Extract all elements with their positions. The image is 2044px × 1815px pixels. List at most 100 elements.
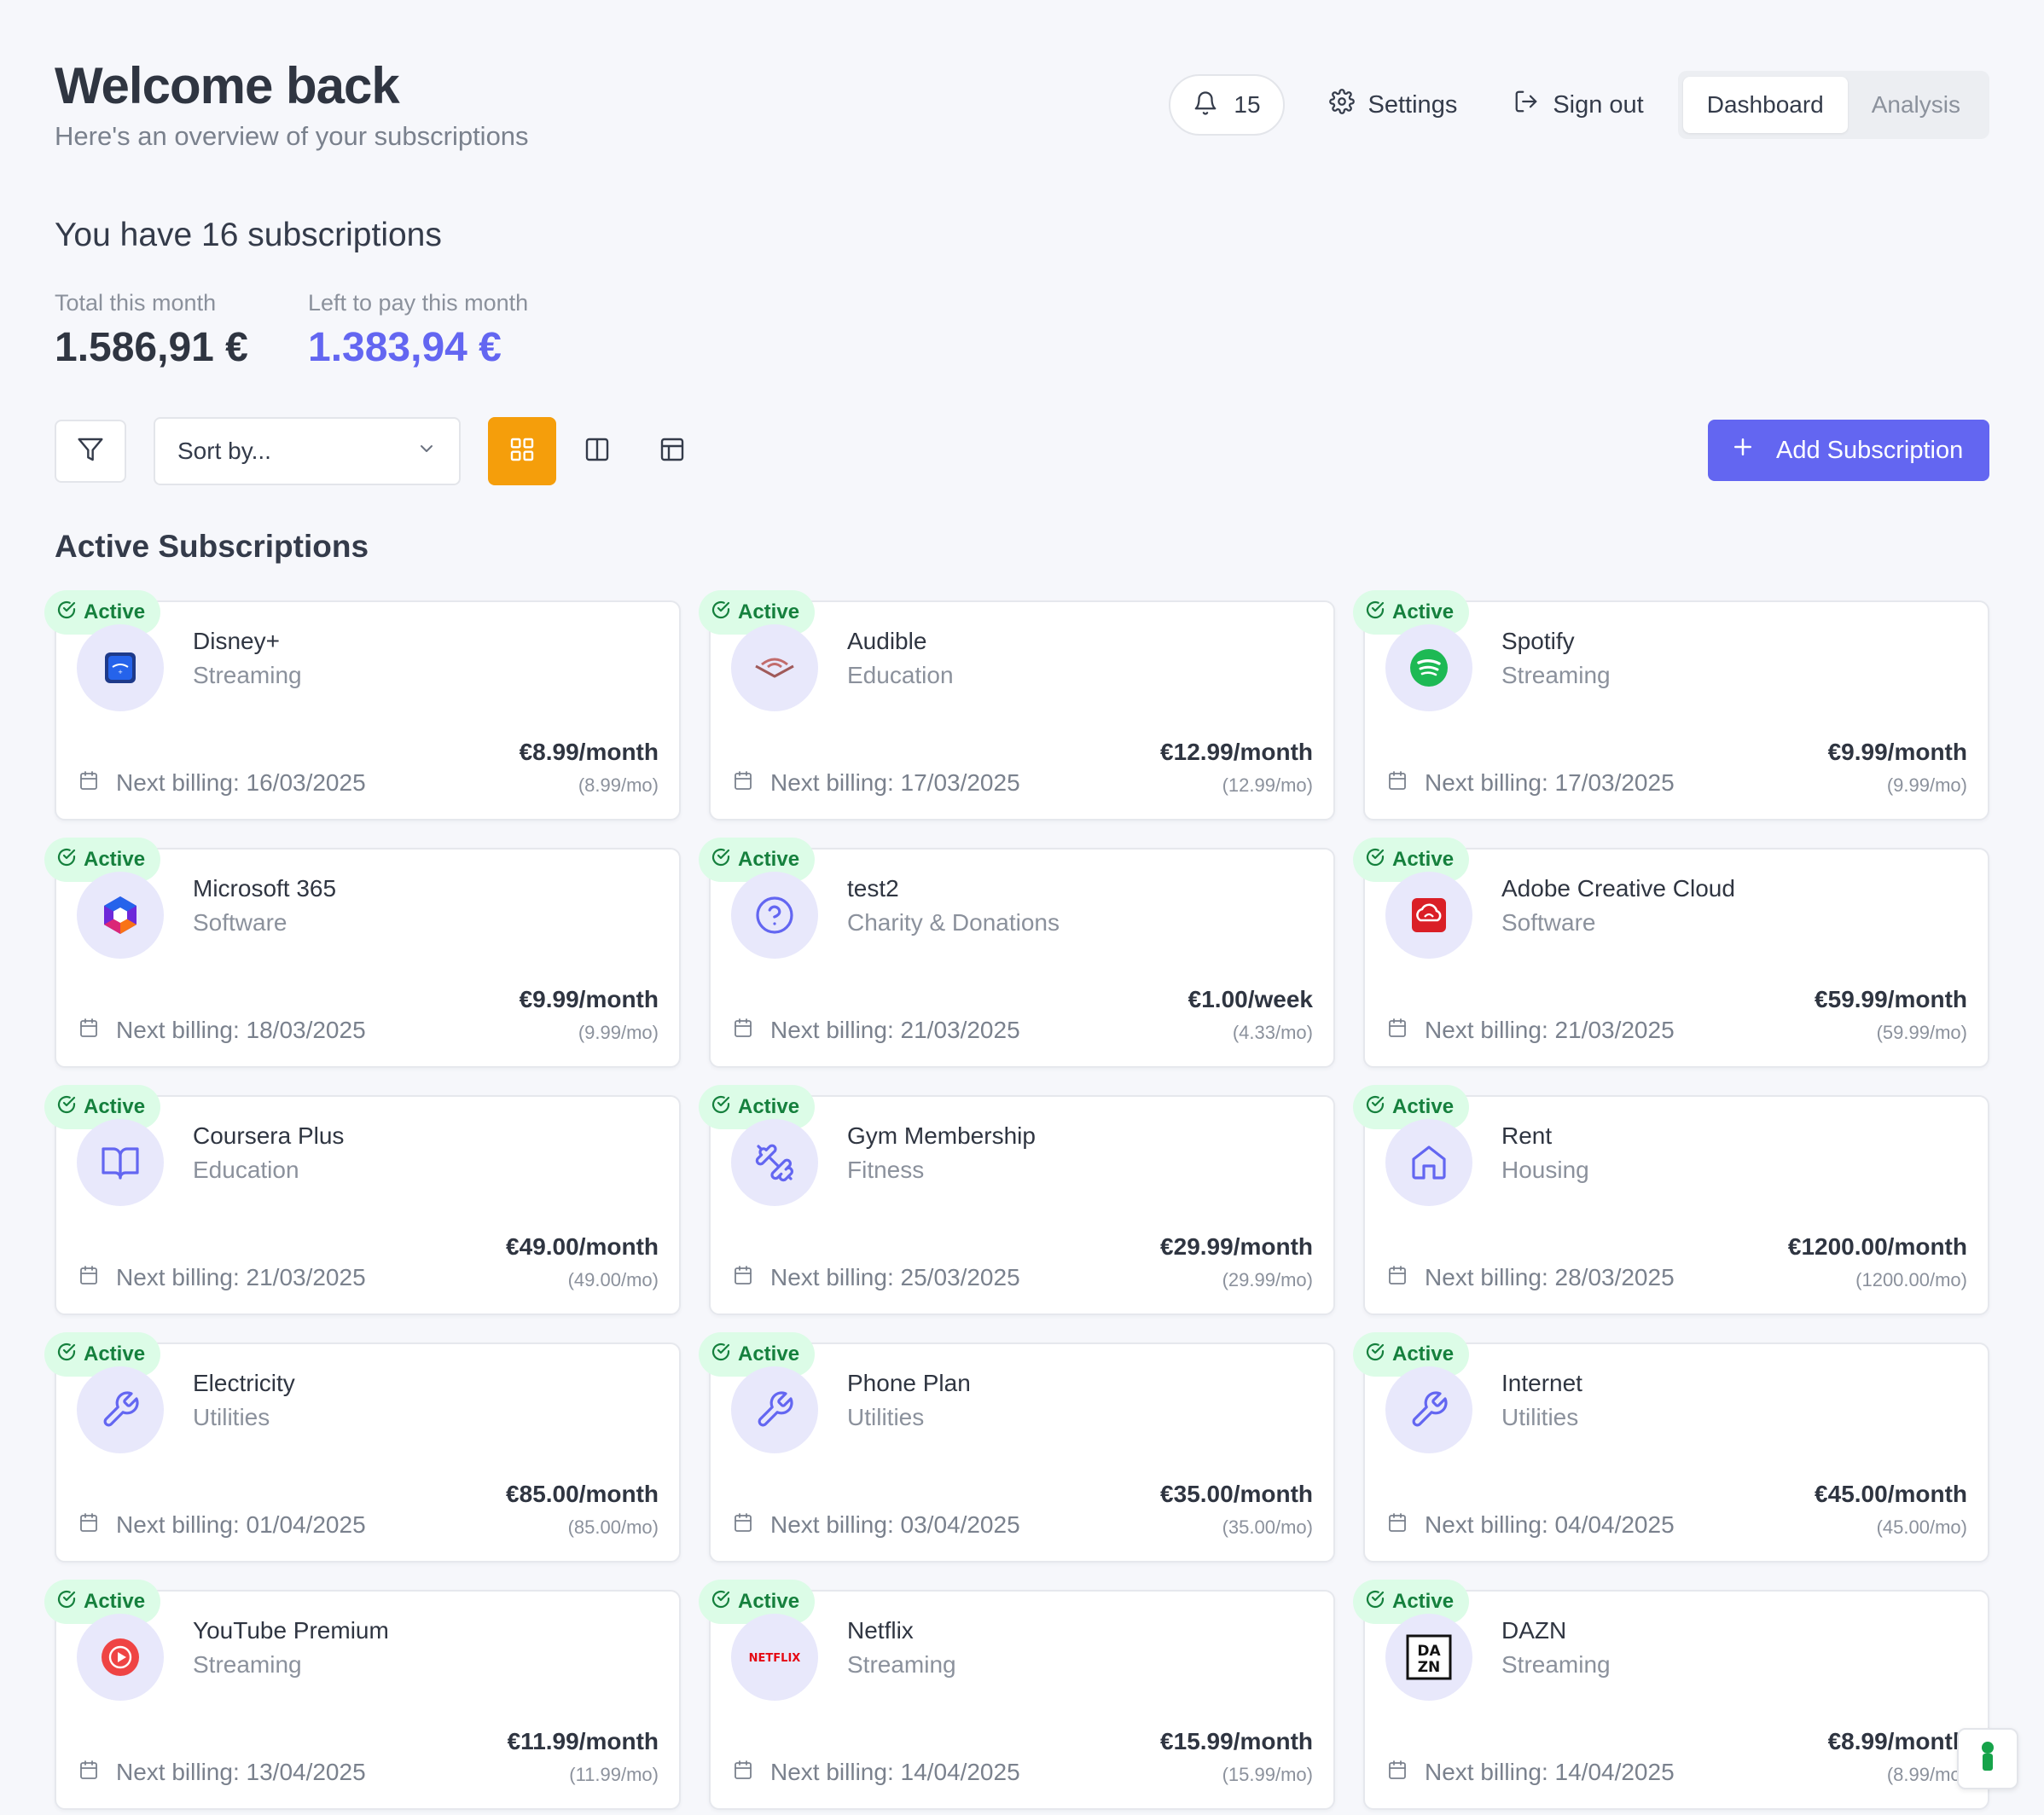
subscription-name: Internet <box>1501 1370 1582 1396</box>
subscription-price: €8.99/month <box>1827 1728 1967 1754</box>
monthly-equivalent: (45.00/mo) <box>1876 1516 1967 1538</box>
subscription-card[interactable]: Active Gym Membership Fitness Next billing:… <box>699 1085 1335 1315</box>
subscription-card[interactable]: Active YouTube Premium Streaming Next billi… <box>44 1580 681 1810</box>
settings-label: Settings <box>1368 90 1458 119</box>
check-circle-icon <box>1365 1342 1385 1368</box>
subscription-name: Phone Plan <box>847 1370 971 1396</box>
billing-date: 14/04/2025 <box>1554 1759 1675 1785</box>
monthly-equivalent: (59.99/mo) <box>1876 1022 1967 1043</box>
subscription-card[interactable]: Active Electricity Utilities Next billing: … <box>44 1332 681 1563</box>
subscription-card[interactable]: Active Phone Plan Utilities Next billing: 0… <box>699 1332 1335 1563</box>
next-billing: Next billing: 04/04/2025 <box>1387 1511 1675 1539</box>
billing-date: 17/03/2025 <box>900 769 1020 796</box>
subscription-card[interactable]: Active Adobe Creative Cloud Software Next b… <box>1353 838 1989 1068</box>
calendar-icon <box>1387 1264 1408 1291</box>
notifications-button[interactable]: 15 <box>1169 74 1285 136</box>
calendar-icon <box>78 1759 99 1786</box>
netflix-logo-text: NETFLIX <box>749 1652 800 1665</box>
add-subscription-button[interactable]: Add Subscription <box>1708 420 1989 481</box>
page-subtitle: Here's an overview of your subscriptions <box>55 121 529 151</box>
check-circle-icon <box>56 1094 77 1121</box>
next-billing: Next billing: 14/04/2025 <box>1387 1759 1675 1786</box>
billing-prefix: Next billing: <box>770 1017 894 1043</box>
subscription-name: Audible <box>847 628 927 654</box>
svg-text:DA: DA <box>1417 1643 1441 1660</box>
bell-icon <box>1193 90 1218 120</box>
help-button[interactable] <box>1957 1728 2018 1789</box>
check-circle-icon <box>1365 1094 1385 1121</box>
total-label: Total this month <box>55 290 217 316</box>
subscription-price: €9.99/month <box>1827 739 1967 765</box>
subscription-card[interactable]: Active Spotify Streaming Next billing: 17/0… <box>1353 590 1989 821</box>
subscription-name: Microsoft 365 <box>193 875 337 902</box>
monthly-equivalent: (11.99/mo) <box>569 1764 659 1785</box>
spotify-logo <box>1385 624 1472 711</box>
subscription-name: Electricity <box>193 1370 295 1396</box>
svg-text:+: + <box>118 669 123 676</box>
subscription-card[interactable]: Active + Disney+ Streaming Next billing: 16/… <box>44 590 681 821</box>
check-circle-icon <box>711 600 731 626</box>
sign-out-link[interactable]: Sign out <box>1491 74 1665 136</box>
calendar-icon <box>733 1759 753 1786</box>
status-label: Active <box>738 848 800 871</box>
microsoft-365-logo <box>77 872 164 959</box>
subscription-card[interactable]: Active Audible Education Next billing: 17/0… <box>699 590 1335 821</box>
check-circle-icon <box>711 847 731 873</box>
check-circle-icon <box>711 1094 731 1121</box>
billing-date: 21/03/2025 <box>1554 1017 1675 1043</box>
billing-prefix: Next billing: <box>1425 1511 1548 1538</box>
tab-dashboard[interactable]: Dashboard <box>1682 77 1848 133</box>
next-billing: Next billing: 21/03/2025 <box>78 1264 366 1291</box>
billing-date: 03/04/2025 <box>900 1511 1020 1538</box>
subscription-card[interactable]: Active Internet Utilities Next billing: 04/… <box>1353 1332 1989 1563</box>
subscription-price: €29.99/month <box>1160 1233 1313 1260</box>
grid-icon <box>508 436 536 467</box>
grid-view-button[interactable] <box>488 417 556 485</box>
sign-out-label: Sign out <box>1553 90 1644 119</box>
subscription-name: Rent <box>1501 1122 1553 1149</box>
monthly-equivalent: (9.99/mo) <box>1886 774 1967 796</box>
subscription-card[interactable]: Active test2 Charity & Donations Next billi… <box>699 838 1335 1068</box>
total-value: 1.586,91 € <box>55 325 248 370</box>
subscription-card[interactable]: Active Microsoft 365 Software Next billing:… <box>44 838 681 1068</box>
section-title: Active Subscriptions <box>55 529 369 564</box>
subscription-card[interactable]: Active Rent Housing Next billing: 28/03/202… <box>1353 1085 1989 1315</box>
column-view-button[interactable] <box>563 417 631 485</box>
subscription-price: €35.00/month <box>1160 1481 1313 1507</box>
audible-logo <box>731 624 818 711</box>
next-billing: Next billing: 13/04/2025 <box>78 1759 366 1786</box>
help-icon <box>1975 1740 2000 1778</box>
status-label: Active <box>84 1095 146 1118</box>
billing-prefix: Next billing: <box>116 1017 240 1043</box>
table-view-button[interactable] <box>638 417 706 485</box>
next-billing: Next billing: 28/03/2025 <box>1387 1264 1675 1291</box>
next-billing: Next billing: 17/03/2025 <box>1387 769 1675 797</box>
subscription-card[interactable]: Active NETFLIX Netflix Streaming Next billin… <box>699 1580 1335 1810</box>
subscription-category: Education <box>193 1157 299 1183</box>
settings-link[interactable]: Settings <box>1307 74 1480 136</box>
adobe-creative-cloud-logo <box>1385 872 1472 959</box>
subscription-card[interactable]: Active Coursera Plus Education Next billing… <box>44 1085 681 1315</box>
billing-date: 16/03/2025 <box>246 769 366 796</box>
subscription-category: Software <box>1501 909 1596 936</box>
billing-date: 14/04/2025 <box>900 1759 1020 1785</box>
calendar-icon <box>1387 1759 1408 1786</box>
subscription-price: €15.99/month <box>1160 1728 1313 1754</box>
next-billing: Next billing: 16/03/2025 <box>78 769 366 797</box>
check-circle-icon <box>1365 1589 1385 1615</box>
tab-analysis[interactable]: Analysis <box>1848 77 1984 133</box>
status-label: Active <box>1392 600 1455 623</box>
sort-select[interactable]: Sort by... <box>154 417 461 485</box>
status-label: Active <box>1392 848 1455 871</box>
check-circle-icon <box>1365 847 1385 873</box>
monthly-equivalent: (12.99/mo) <box>1222 774 1313 796</box>
subscription-category: Streaming <box>1501 662 1611 688</box>
subscription-category: Utilities <box>193 1404 270 1430</box>
calendar-icon <box>1387 769 1408 797</box>
status-label: Active <box>84 1590 146 1613</box>
filter-icon <box>77 436 104 467</box>
filter-button[interactable] <box>55 420 126 483</box>
next-billing: Next billing: 18/03/2025 <box>78 1017 366 1044</box>
subscription-card[interactable]: Active DA ZN DAZN Streaming Next billing: 14/… <box>1353 1580 1989 1810</box>
subscription-category: Software <box>193 909 287 936</box>
